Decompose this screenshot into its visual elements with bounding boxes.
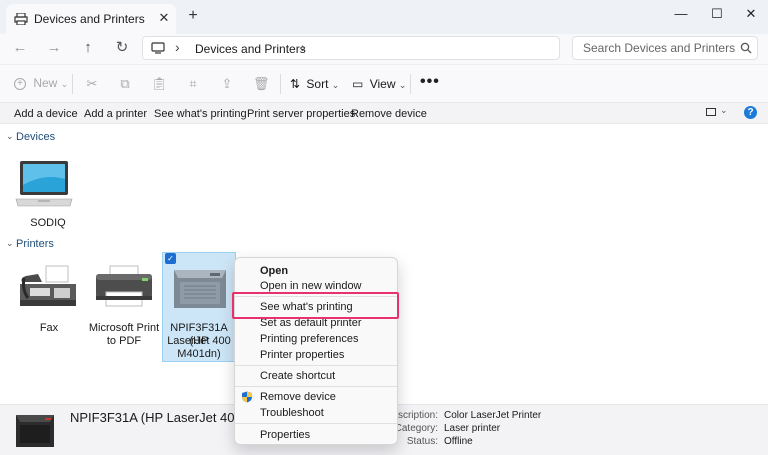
sort-icon: ⇅ <box>290 77 301 91</box>
rename-icon[interactable]: ⌗ <box>185 76 201 92</box>
breadcrumb-separator[interactable]: › <box>175 39 180 55</box>
collapse-devices-icon[interactable]: ⌄ <box>6 131 14 142</box>
view-label: View <box>369 77 396 91</box>
laser-printer-icon <box>16 415 54 447</box>
details-value-description: Color LaserJet Printer <box>444 410 542 421</box>
computer-icon <box>151 42 165 54</box>
paste-icon[interactable]: 📋︎ <box>151 76 168 92</box>
tab-title: Devices and Printers <box>34 12 145 26</box>
chevron-down-icon: ⌄ <box>331 80 340 90</box>
refresh-button[interactable]: ↻ <box>110 37 134 59</box>
chevron-down-icon[interactable]: ⌄ <box>720 105 728 116</box>
more-options-button[interactable]: ••• <box>420 73 440 91</box>
forward-button[interactable]: → <box>42 37 66 59</box>
layout-icon[interactable] <box>706 108 716 116</box>
address-row: ← → ↑ ↻ › Devices and Printers › <box>0 34 768 64</box>
menu-item-open-in-new-window[interactable]: Open in new window <box>260 280 362 292</box>
laser-printer-icon[interactable] <box>170 264 230 312</box>
task-bar: Add a device Add a printer See what's pr… <box>0 102 768 124</box>
menu-item-troubleshoot[interactable]: Troubleshoot <box>260 407 324 419</box>
copy-icon[interactable]: ⧉ <box>117 76 133 92</box>
menu-item-printer-properties[interactable]: Printer properties <box>260 349 344 361</box>
delete-icon[interactable]: 🗑︎ <box>253 76 270 92</box>
divider <box>72 74 73 94</box>
sort-label: Sort <box>306 77 329 91</box>
printer-label-ms-pdf-line-2[interactable]: to PDF <box>88 335 160 348</box>
highlight-annotation-box <box>232 292 399 319</box>
view-icon: ▭ <box>352 77 364 91</box>
divider <box>410 74 411 94</box>
sort-button[interactable]: ⇅ Sort ⌄ <box>290 77 339 91</box>
shield-icon <box>242 391 252 403</box>
menu-item-open[interactable]: Open <box>260 265 288 277</box>
back-button[interactable]: ← <box>8 37 32 59</box>
cut-icon[interactable]: ✂ <box>84 76 100 92</box>
chevron-down-icon: ⌄ <box>398 80 407 90</box>
minimize-button[interactable]: — <box>668 4 694 24</box>
menu-separator <box>235 423 397 424</box>
collapse-printers-icon[interactable]: ⌄ <box>6 238 14 249</box>
add-a-device-button[interactable]: Add a device <box>14 108 78 120</box>
printer-label-ms-pdf-line-1[interactable]: Microsoft Print <box>88 322 160 335</box>
search-input[interactable] <box>572 36 758 60</box>
title-bar: Devices and Printers ✕ + — ☐ ✕ <box>0 0 768 34</box>
printer-label-fax[interactable]: Fax <box>20 322 78 335</box>
devices-group-header[interactable]: Devices <box>16 131 55 143</box>
divider <box>280 74 281 94</box>
command-bar: + New ⌄ ✂ ⧉ 📋︎ ⌗ ⇪ 🗑︎ ⇅ Sort ⌄ ▭ View ⌄ … <box>0 64 768 102</box>
breadcrumb-separator[interactable]: › <box>301 39 306 55</box>
tab-devices-and-printers[interactable]: Devices and Printers ✕ <box>6 4 176 34</box>
print-server-properties-button[interactable]: Print server properties <box>247 108 355 120</box>
view-button[interactable]: ▭ View ⌄ <box>352 77 406 91</box>
menu-separator <box>235 365 397 366</box>
menu-item-remove-device[interactable]: Remove device <box>260 391 336 403</box>
pdf-printer-icon[interactable] <box>94 264 154 312</box>
menu-item-properties[interactable]: Properties <box>260 429 310 441</box>
close-window-button[interactable]: ✕ <box>738 4 764 24</box>
breadcrumb-devices-and-printers[interactable]: Devices and Printers <box>195 42 306 56</box>
tab-close-icon[interactable]: ✕ <box>156 10 172 26</box>
see-whats-printing-button[interactable]: See what's printing <box>154 108 247 120</box>
selection-checkbox[interactable]: ✓ <box>165 253 176 264</box>
new-button[interactable]: + New ⌄ <box>14 76 68 90</box>
menu-separator <box>235 386 397 387</box>
remove-device-button[interactable]: Remove device <box>351 108 427 120</box>
add-circle-icon: + <box>14 77 26 90</box>
address-bar[interactable]: › Devices and Printers › <box>142 36 560 60</box>
search-icon <box>740 42 752 54</box>
chevron-down-icon: ⌄ <box>60 79 69 89</box>
help-icon[interactable]: ? <box>744 106 757 119</box>
context-menu: Open Open in new window See what's print… <box>234 257 398 445</box>
maximize-button[interactable]: ☐ <box>704 4 730 24</box>
up-button[interactable]: ↑ <box>76 37 100 59</box>
menu-item-printing-preferences[interactable]: Printing preferences <box>260 333 358 345</box>
device-label-sodiq[interactable]: SODIQ <box>14 217 82 230</box>
laptop-icon[interactable] <box>14 159 74 211</box>
new-label: New <box>33 76 58 90</box>
menu-item-create-shortcut[interactable]: Create shortcut <box>260 370 335 382</box>
new-tab-button[interactable]: + <box>186 8 200 24</box>
printer-label-hp-line-3[interactable]: M401dn) <box>162 348 236 361</box>
printers-group-header[interactable]: Printers <box>16 238 54 250</box>
printer-label-hp-line-2[interactable]: LaserJet 400 <box>162 335 236 348</box>
details-value-category: Laser printer <box>444 423 501 434</box>
add-a-printer-button[interactable]: Add a printer <box>84 108 147 120</box>
details-value-status: Offline <box>444 436 473 447</box>
printer-icon <box>14 13 28 25</box>
share-icon[interactable]: ⇪ <box>219 76 235 92</box>
fax-icon[interactable] <box>18 264 78 312</box>
